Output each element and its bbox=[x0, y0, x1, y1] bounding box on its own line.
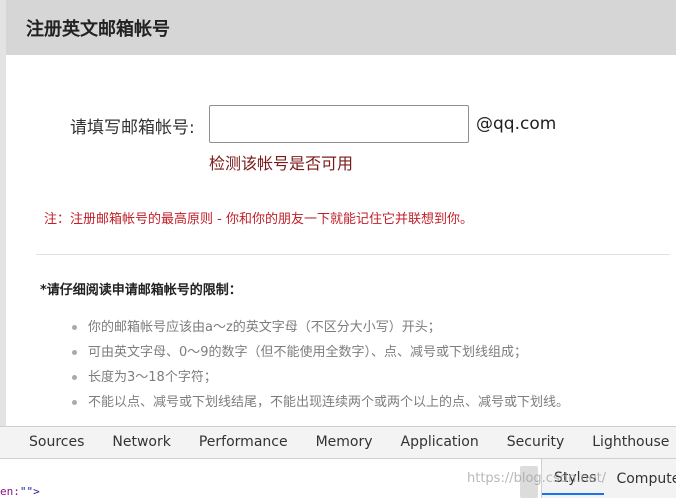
rule-item: 你的邮箱帐号应该由a～z的英文字母（不区分大小写）开头； bbox=[72, 317, 569, 342]
check-availability-link[interactable]: 检测该帐号是否可用 bbox=[209, 150, 353, 174]
watermark: https://blog.csdn.net/ bbox=[467, 471, 607, 486]
rule-text: 可由英文字母、0～9的数字（但不能使用全数字）、点、减号或下划线组成； bbox=[88, 345, 528, 360]
email-account-input[interactable] bbox=[209, 105, 469, 143]
tab-memory[interactable]: Memory bbox=[302, 427, 387, 458]
tab-lighthouse[interactable]: Lighthouse bbox=[578, 427, 676, 458]
rules-title: *请仔细阅读申请邮箱帐号的限制： bbox=[40, 283, 242, 298]
principle-note: 注：注册邮箱帐号的最高原则 - 你和你的朋友一下就能记住它并联想到你。 bbox=[44, 212, 473, 227]
bullet-icon bbox=[72, 375, 77, 380]
rules-list: 你的邮箱帐号应该由a～z的英文字母（不区分大小写）开头； 可由英文字母、0～9的… bbox=[72, 317, 569, 417]
tab-performance[interactable]: Performance bbox=[185, 427, 302, 458]
tab-security[interactable]: Security bbox=[493, 427, 579, 458]
bullet-icon bbox=[72, 400, 77, 405]
rule-item: 可由英文字母、0～9的数字（但不能使用全数字）、点、减号或下划线组成； bbox=[72, 342, 569, 367]
page: 注册英文邮箱帐号 请填写邮箱帐号: @qq.com 检测该帐号是否可用 注：注册… bbox=[0, 0, 676, 498]
email-label: 请填写邮箱帐号: bbox=[70, 118, 195, 138]
rule-item: 长度为3～18个字符； bbox=[72, 367, 569, 392]
divider bbox=[36, 254, 670, 255]
code-value: ""> bbox=[19, 485, 40, 498]
dom-code-line[interactable]: en:""> bbox=[0, 485, 40, 498]
card-title: 注册英文邮箱帐号 bbox=[6, 0, 676, 55]
code-attr: en: bbox=[0, 485, 20, 498]
tab-network[interactable]: Network bbox=[98, 427, 184, 458]
email-domain-suffix: @qq.com bbox=[476, 114, 557, 134]
bullet-icon bbox=[72, 350, 77, 355]
devtools-tab-bar: Sources Network Performance Memory Appli… bbox=[0, 426, 676, 459]
rule-text: 你的邮箱帐号应该由a～z的英文字母（不区分大小写）开头； bbox=[88, 320, 441, 335]
rule-item: 不能以点、减号或下划线结尾，不能出现连续两个或两个以上的点、减号或下划线。 bbox=[72, 392, 569, 417]
rule-text: 不能以点、减号或下划线结尾，不能出现连续两个或两个以上的点、减号或下划线。 bbox=[88, 395, 570, 410]
rule-text: 长度为3～18个字符； bbox=[88, 370, 217, 385]
bullet-icon bbox=[72, 325, 77, 330]
tab-sources[interactable]: Sources bbox=[0, 427, 98, 458]
tab-computed[interactable]: Compute bbox=[604, 464, 676, 494]
tab-application[interactable]: Application bbox=[387, 427, 493, 458]
